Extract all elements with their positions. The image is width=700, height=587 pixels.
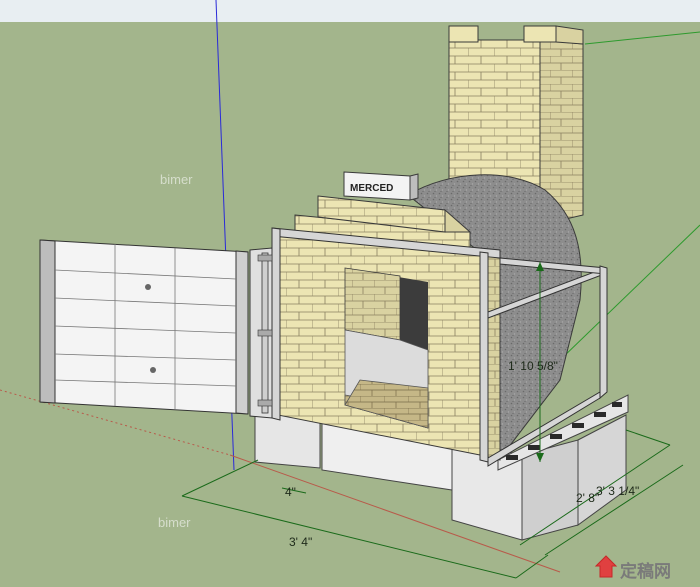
door-knob[interactable] bbox=[150, 367, 156, 373]
sky-background bbox=[0, 0, 700, 22]
gap-dimension-label: 4" bbox=[285, 485, 296, 499]
watermark: bimer bbox=[158, 515, 191, 530]
merced-sign[interactable]: MERCED bbox=[343, 171, 419, 201]
depth-outer-dimension-label: 3' 3 1/4" bbox=[596, 484, 639, 498]
oven-door[interactable] bbox=[39, 239, 273, 419]
watermark: bimer bbox=[160, 172, 193, 187]
sign-text: MERCED bbox=[350, 183, 393, 194]
height-dimension-label: 1' 10 5/8" bbox=[508, 359, 558, 373]
logo-text: 定稿网 bbox=[620, 561, 671, 582]
door-knob[interactable] bbox=[145, 284, 151, 290]
width-dimension-label: 3' 4" bbox=[289, 535, 312, 549]
model-viewport[interactable]: bimer bimer bimer bbox=[0, 0, 700, 587]
oven-opening[interactable] bbox=[344, 267, 429, 429]
